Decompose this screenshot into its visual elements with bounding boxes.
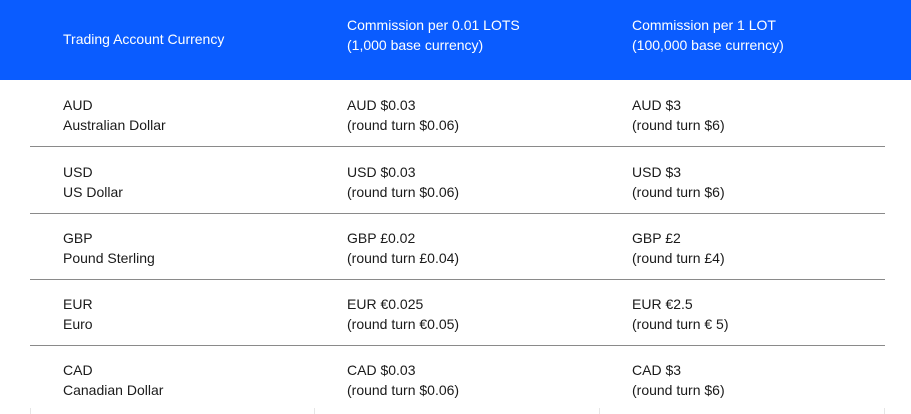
commission-micro: USD $0.03: [347, 164, 416, 180]
commission-lot: AUD $3: [632, 97, 682, 113]
header-commission-micro-line1: Commission per 0.01 LOTS: [347, 17, 520, 33]
commission-lot-round-turn: (round turn € 5): [632, 316, 729, 332]
row-currency: USD US Dollar: [63, 162, 313, 202]
table-row: GBP Pound Sterling GBP £0.02 (round turn…: [30, 213, 885, 280]
row-commission-lot: CAD $3 (round turn $6): [632, 360, 882, 400]
header-commission-lot: Commission per 1 LOT (100,000 base curre…: [632, 0, 882, 75]
row-commission-micro: AUD $0.03 (round turn $0.06): [347, 95, 597, 135]
table-row: AUD Australian Dollar AUD $0.03 (round t…: [30, 80, 885, 147]
commission-micro-round-turn: (round turn £0.04): [347, 250, 460, 266]
currency-name: Pound Sterling: [63, 250, 155, 266]
commission-lot-round-turn: (round turn £4): [632, 250, 725, 266]
header-commission-lot-line2: (100,000 base currency): [632, 37, 784, 53]
commission-lot-round-turn: (round turn $6): [632, 382, 725, 398]
header-commission-micro: Commission per 0.01 LOTS (1,000 base cur…: [347, 0, 597, 75]
currency-code: CAD: [63, 362, 93, 378]
commission-lot: GBP £2: [632, 230, 681, 246]
commission-lot: CAD $3: [632, 362, 682, 378]
currency-name: Australian Dollar: [63, 117, 166, 133]
commission-lot-round-turn: (round turn $6): [632, 184, 725, 200]
commission-micro-round-turn: (round turn $0.06): [347, 117, 460, 133]
row-commission-lot: EUR €2.5 (round turn € 5): [632, 294, 882, 334]
commission-micro: EUR €0.025: [347, 296, 424, 312]
table-row: USD US Dollar USD $0.03 (round turn $0.0…: [30, 147, 885, 214]
row-commission-lot: USD $3 (round turn $6): [632, 162, 882, 202]
commission-lot: EUR €2.5: [632, 296, 693, 312]
commission-micro: CAD $0.03: [347, 362, 416, 378]
currency-name: Canadian Dollar: [63, 382, 164, 398]
table-row: EUR Euro EUR €0.025 (round turn €0.05) E…: [30, 279, 885, 346]
row-currency: AUD Australian Dollar: [63, 95, 313, 135]
table-row: CAD Canadian Dollar CAD $0.03 (round tur…: [30, 345, 885, 411]
commission-micro-round-turn: (round turn $0.06): [347, 184, 460, 200]
table-header: Trading Account Currency Commission per …: [0, 0, 911, 80]
commission-table: Trading Account Currency Commission per …: [0, 0, 911, 414]
currency-code: GBP: [63, 230, 93, 246]
column-divider: [599, 408, 600, 414]
column-divider: [30, 408, 31, 414]
header-currency-label: Trading Account Currency: [63, 31, 225, 47]
commission-micro: AUD $0.03: [347, 97, 416, 113]
header-commission-lot-line1: Commission per 1 LOT: [632, 17, 776, 33]
row-commission-micro: USD $0.03 (round turn $0.06): [347, 162, 597, 202]
row-commission-micro: GBP £0.02 (round turn £0.04): [347, 228, 597, 268]
row-commission-lot: AUD $3 (round turn $6): [632, 95, 882, 135]
column-divider: [884, 408, 885, 414]
currency-name: US Dollar: [63, 184, 123, 200]
row-currency: CAD Canadian Dollar: [63, 360, 313, 400]
commission-micro-round-turn: (round turn $0.06): [347, 382, 460, 398]
row-commission-micro: CAD $0.03 (round turn $0.06): [347, 360, 597, 400]
currency-name: Euro: [63, 316, 93, 332]
header-commission-micro-line2: (1,000 base currency): [347, 37, 484, 53]
currency-code: AUD: [63, 97, 93, 113]
commission-micro-round-turn: (round turn €0.05): [347, 316, 460, 332]
commission-micro: GBP £0.02: [347, 230, 416, 246]
currency-code: EUR: [63, 296, 93, 312]
currency-code: USD: [63, 164, 93, 180]
commission-lot-round-turn: (round turn $6): [632, 117, 725, 133]
header-currency: Trading Account Currency: [63, 0, 313, 79]
row-currency: EUR Euro: [63, 294, 313, 334]
commission-lot: USD $3: [632, 164, 682, 180]
row-commission-micro: EUR €0.025 (round turn €0.05): [347, 294, 597, 334]
row-commission-lot: GBP £2 (round turn £4): [632, 228, 882, 268]
column-divider: [314, 408, 315, 414]
row-currency: GBP Pound Sterling: [63, 228, 313, 268]
